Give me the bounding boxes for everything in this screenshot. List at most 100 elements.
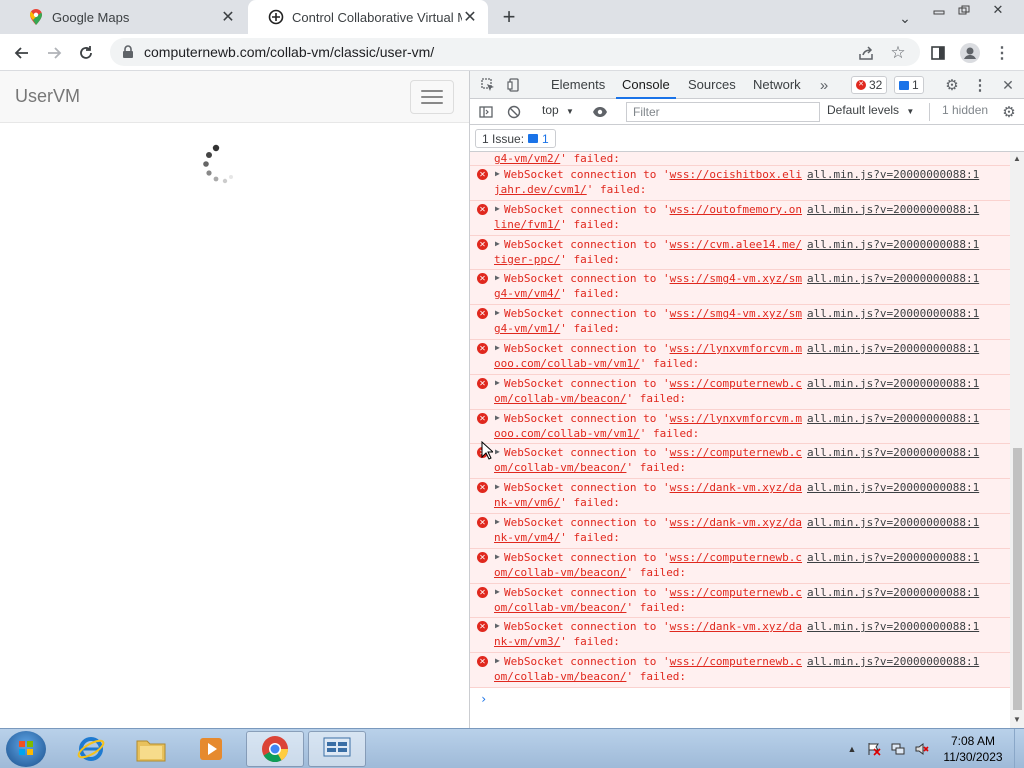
error-count-badge[interactable]: ✕ 32 xyxy=(851,76,888,94)
websocket-url[interactable]: wss://dank-vm.xyz/da xyxy=(670,481,802,494)
site-brand[interactable]: UserVM xyxy=(15,86,80,107)
show-hidden-icons-arrow[interactable]: ▲ xyxy=(844,741,860,757)
tab-elements[interactable]: Elements xyxy=(551,71,605,99)
websocket-url[interactable]: g4-vm/vm4/ xyxy=(494,287,560,300)
console-scrollbar[interactable]: ▲ ▼ xyxy=(1010,152,1024,728)
tab-console[interactable]: Console xyxy=(616,71,676,99)
action-center-flag-icon[interactable] xyxy=(866,741,882,757)
remote-desktop-icon[interactable] xyxy=(308,731,366,767)
websocket-url[interactable]: om/collab-vm/beacon/ xyxy=(494,670,626,683)
console-error-message[interactable]: ✕▶WebSocket connection to 'wss://compute… xyxy=(470,444,1010,480)
tab-collabvm[interactable]: Control Collaborative Virtual Mac ✕ xyxy=(248,0,488,34)
new-tab-button[interactable]: + xyxy=(496,4,522,30)
websocket-url[interactable]: wss://lynxvmforcvm.m xyxy=(670,412,802,425)
websocket-url[interactable]: wss://computernewb.c xyxy=(670,551,802,564)
websocket-url[interactable]: wss://smg4-vm.xyz/sm xyxy=(670,272,802,285)
source-link[interactable]: all.min.js?v=20000000088:1 xyxy=(807,272,979,285)
websocket-url[interactable]: om/collab-vm/beacon/ xyxy=(494,461,626,474)
more-tabs-icon[interactable]: » xyxy=(814,75,834,95)
side-panel-icon[interactable] xyxy=(924,39,952,67)
lock-icon[interactable] xyxy=(122,45,136,59)
expand-triangle-icon[interactable]: ▶ xyxy=(495,343,500,352)
console-settings-gear-icon[interactable]: ⚙ xyxy=(999,102,1019,122)
close-tab-icon[interactable]: ✕ xyxy=(462,9,478,26)
websocket-url[interactable]: g4-vm/vm2/ xyxy=(494,152,560,165)
settings-gear-icon[interactable]: ⚙ xyxy=(942,75,962,95)
expand-triangle-icon[interactable]: ▶ xyxy=(495,273,500,282)
source-link[interactable]: all.min.js?v=20000000088:1 xyxy=(807,481,979,494)
tab-search-icon[interactable]: ⌄ xyxy=(896,8,914,28)
source-link[interactable]: all.min.js?v=20000000088:1 xyxy=(807,168,979,181)
volume-muted-icon[interactable] xyxy=(914,741,930,757)
console-error-message[interactable]: ✕ ▶ WebSocket connection to 'wss://outofme… xyxy=(470,200,1010,236)
console-sidebar-icon[interactable] xyxy=(476,102,496,122)
device-toolbar-icon[interactable] xyxy=(504,75,524,95)
console-error-message[interactable]: ✕ ▶ WebSocket connection to 'wss://lynxvmf… xyxy=(470,409,1010,445)
console-prompt-input[interactable]: › xyxy=(470,688,1010,710)
console-error-message[interactable]: ✕▶WebSocket connection to 'wss://compute… xyxy=(470,548,1010,584)
websocket-url[interactable]: wss://cvm.alee14.me/ xyxy=(670,238,802,251)
expand-triangle-icon[interactable]: ▶ xyxy=(495,552,500,561)
websocket-url[interactable]: om/collab-vm/beacon/ xyxy=(494,601,626,614)
websocket-url[interactable]: wss://computernewb.c xyxy=(670,377,802,390)
expand-triangle-icon[interactable]: ▶ xyxy=(495,517,500,526)
websocket-url[interactable]: wss://dank-vm.xyz/da xyxy=(670,516,802,529)
context-selector[interactable]: top ▼ xyxy=(542,103,574,117)
expand-triangle-icon[interactable]: ▶ xyxy=(495,378,500,387)
console-error-message[interactable]: ✕▶WebSocket connection to 'wss://compute… xyxy=(470,653,1010,688)
log-levels-dropdown[interactable]: Default levels ▼ xyxy=(827,103,914,117)
internet-explorer-icon[interactable] xyxy=(62,731,120,767)
browser-menu-icon[interactable]: ⋮ xyxy=(988,39,1016,67)
expand-triangle-icon[interactable]: ▶ xyxy=(495,239,500,248)
console-error-message[interactable]: ✕ ▶ WebSocket connection to 'wss://smg4-vm… xyxy=(470,270,1010,306)
console-filter-input[interactable]: Filter xyxy=(626,102,820,122)
expand-triangle-icon[interactable]: ▶ xyxy=(495,169,500,178)
console-error-message[interactable]: ✕ ▶ WebSocket connection to 'wss://lynxvmf… xyxy=(470,339,1010,375)
issues-button[interactable]: 1 Issue: 1 xyxy=(475,129,556,148)
tab-sources[interactable]: Sources xyxy=(688,71,736,99)
websocket-url[interactable]: wss://computernewb.c xyxy=(670,655,802,668)
source-link[interactable]: all.min.js?v=20000000088:1 xyxy=(807,238,979,251)
expand-triangle-icon[interactable]: ▶ xyxy=(495,447,500,456)
expand-triangle-icon[interactable]: ▶ xyxy=(495,587,500,596)
source-link[interactable]: all.min.js?v=20000000088:1 xyxy=(807,516,979,529)
source-link[interactable]: all.min.js?v=20000000088:1 xyxy=(807,655,979,668)
expand-triangle-icon[interactable]: ▶ xyxy=(495,308,500,317)
websocket-url[interactable]: wss://computernewb.c xyxy=(670,586,802,599)
console-error-message[interactable]: ✕ ▶ WebSocket connection to 'wss://ocishit… xyxy=(470,166,1010,201)
expand-triangle-icon[interactable]: ▶ xyxy=(495,204,500,213)
websocket-url[interactable]: ooo.com/collab-vm/vm1/ xyxy=(494,427,640,440)
websocket-url[interactable]: wss://lynxvmforcvm.m xyxy=(670,342,802,355)
websocket-url[interactable]: nk-vm/vm6/ xyxy=(494,496,560,509)
console-error-message[interactable]: ✕ ▶ WebSocket connection to 'wss://dank-vm… xyxy=(470,513,1010,549)
source-link[interactable]: all.min.js?v=20000000088:1 xyxy=(807,620,979,633)
source-link[interactable]: all.min.js?v=20000000088:1 xyxy=(807,551,979,564)
close-devtools-icon[interactable]: ✕ xyxy=(998,75,1018,95)
expand-triangle-icon[interactable]: ▶ xyxy=(495,482,500,491)
websocket-url[interactable]: nk-vm/vm3/ xyxy=(494,635,560,648)
websocket-url[interactable]: wss://computernewb.c xyxy=(670,446,802,459)
websocket-url[interactable]: g4-vm/vm1/ xyxy=(494,322,560,335)
scroll-up-arrow-icon[interactable]: ▲ xyxy=(1013,154,1021,163)
inspect-element-icon[interactable] xyxy=(478,75,498,95)
source-link[interactable]: all.min.js?v=20000000088:1 xyxy=(807,586,979,599)
scrollbar-thumb[interactable] xyxy=(1013,448,1022,710)
navbar-toggle-button[interactable] xyxy=(410,80,454,114)
console-error-message[interactable]: ✕ ▶ WebSocket connection to 'wss://dank-vm… xyxy=(470,618,1010,654)
websocket-url[interactable]: wss://outofmemory.on xyxy=(670,203,802,216)
address-bar[interactable]: computernewb.com/collab-vm/classic/user-… xyxy=(110,38,920,66)
media-player-icon[interactable] xyxy=(182,731,240,767)
console-error-message[interactable]: ✕▶WebSocket connection to 'wss://compute… xyxy=(470,374,1010,410)
clear-console-icon[interactable] xyxy=(504,102,524,122)
minimize-button[interactable] xyxy=(928,0,950,20)
websocket-url[interactable]: nk-vm/vm4/ xyxy=(494,531,560,544)
tab-network[interactable]: Network xyxy=(753,71,801,99)
source-link[interactable]: all.min.js?v=20000000088:1 xyxy=(807,377,979,390)
expand-triangle-icon[interactable]: ▶ xyxy=(495,621,500,630)
system-clock[interactable]: 7:08 AM 11/30/2023 xyxy=(936,733,1010,765)
close-window-button[interactable]: ✕ xyxy=(983,0,1013,20)
close-tab-icon[interactable]: ✕ xyxy=(220,9,236,26)
expand-triangle-icon[interactable]: ▶ xyxy=(495,656,500,665)
websocket-url[interactable]: ooo.com/collab-vm/vm1/ xyxy=(494,357,640,370)
source-link[interactable]: all.min.js?v=20000000088:1 xyxy=(807,203,979,216)
